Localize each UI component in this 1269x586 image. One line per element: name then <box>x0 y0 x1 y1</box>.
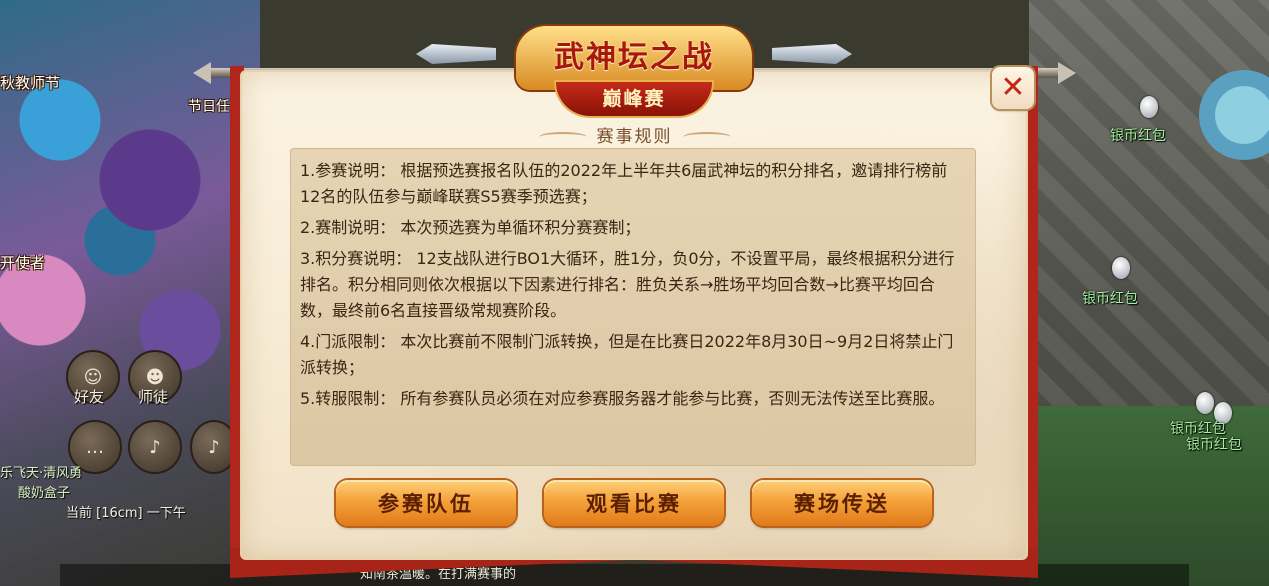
rule-item: 4.门派限制： 本次比赛前不限制门派转换，但是在比赛日2022年8月30日~9月… <box>300 332 954 377</box>
npc-label-festival[interactable]: 节日任 <box>188 96 230 116</box>
flourish-right-decoration <box>682 132 731 142</box>
silver-coin-icon[interactable] <box>1196 392 1214 414</box>
dialog-title: 武神坛之战 <box>554 40 714 75</box>
rule-item: 3.积分赛说明： 12支战队进行BO1大循环，胜1分，负0分，不设置平局，最终根… <box>300 249 955 320</box>
dialog-banner: 武神坛之战 巅峰赛 <box>416 18 852 116</box>
chat-line: 当前 [16cm] 一下午 <box>66 506 186 521</box>
rule-item: 5.转服限制： 所有参赛队员必须在对应参赛服务器才能参与比赛，否则无法传送至比赛… <box>300 389 945 408</box>
watch-match-button[interactable]: 观看比赛 <box>544 480 724 526</box>
rule-item: 2.赛制说明： 本次预选赛为单循环积分赛赛制； <box>300 218 641 237</box>
rule-item: 1.参赛说明： 根据预选赛报名队伍的2022年上半年共6届武神坛的积分排名，邀请… <box>300 161 948 206</box>
npc-label-teacher[interactable]: 秋教师节 <box>0 72 60 93</box>
mentor-label: 师徒 <box>138 388 169 406</box>
pole-tip-left <box>193 62 211 84</box>
grass-patch <box>1029 406 1269 586</box>
silver-coin-icon[interactable] <box>1112 257 1130 279</box>
arena-teleport-button[interactable]: 赛场传送 <box>752 480 932 526</box>
chat-line: 酸奶盒子 <box>18 486 71 501</box>
close-button[interactable]: ✕ <box>992 67 1034 109</box>
section-heading: 赛事规则 <box>0 122 1269 147</box>
silver-red-packet-label[interactable]: 银币红包 <box>1186 434 1242 454</box>
friends-icon: ☺ <box>83 366 103 388</box>
chat-line: 乐飞天·清风勇 <box>0 466 83 481</box>
dialog-subtitle: 巅峰赛 <box>602 88 666 110</box>
chat-bubble-icon: … <box>86 436 104 458</box>
silver-coin-icon[interactable] <box>1140 96 1158 118</box>
microphone-icon: ♪ <box>149 436 161 458</box>
silver-red-packet-label[interactable]: 银币红包 <box>1082 288 1138 308</box>
pole-tip-right <box>1058 62 1076 84</box>
voice-button[interactable]: ♪ <box>128 420 182 474</box>
rules-text-box[interactable]: 1.参赛说明： 根据预选赛报名队伍的2022年上半年共6届武神坛的积分排名，邀请… <box>290 148 976 466</box>
npc-label-envoy[interactable]: 开使者 <box>0 252 45 273</box>
scene-right-courtyard <box>1029 0 1269 586</box>
mentor-icon: ☻ <box>145 366 165 388</box>
flourish-left-decoration <box>538 132 587 142</box>
section-title: 赛事规则 <box>596 127 673 147</box>
close-icon: ✕ <box>1000 70 1026 105</box>
friends-label: 好友 <box>74 388 105 406</box>
participating-teams-button[interactable]: 参赛队伍 <box>336 480 516 526</box>
microphone-icon: ♪ <box>208 436 220 458</box>
